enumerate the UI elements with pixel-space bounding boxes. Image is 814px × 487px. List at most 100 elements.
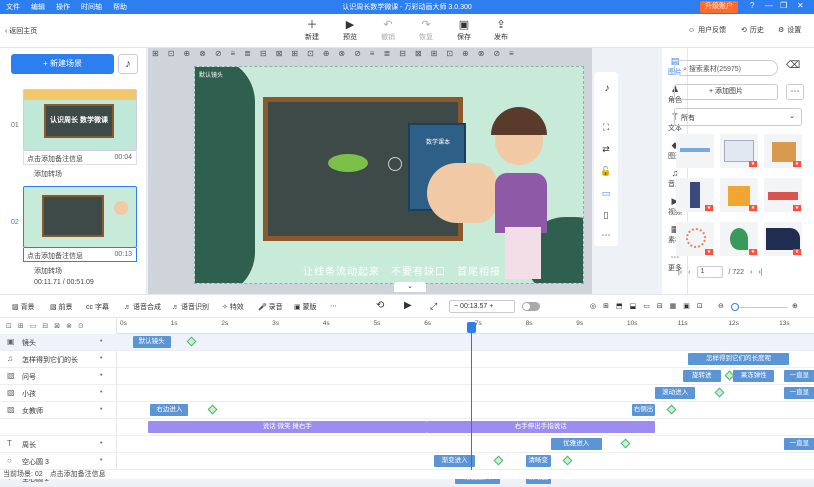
track-visibility-icon[interactable]: • (100, 372, 102, 379)
stage-canvas[interactable]: 默认镜头 数学课本 让线条流动起来 不要有缺口 首尾相接 (194, 66, 584, 284)
preview-button[interactable]: ▶ 预览 (335, 18, 365, 42)
tts-button[interactable]: ♬ 语音合成 (124, 302, 161, 312)
timeline-toggle[interactable] (522, 302, 540, 311)
back-home-button[interactable]: ‹ 返回主页 (5, 26, 37, 36)
timeline-clip[interactable]: 一直显 (784, 370, 814, 382)
track-visibility-icon[interactable]: • (100, 406, 102, 413)
add-image-button[interactable]: + 添加图片 (674, 84, 778, 100)
resource-tile[interactable]: ★ (676, 178, 714, 212)
minimize-icon[interactable]: — (765, 1, 773, 10)
zoom-slider-knob[interactable] (731, 303, 739, 311)
timeline-tools[interactable]: ◎⊞⬒⬓▭⊟▦▣⊡ (590, 302, 710, 310)
prev-page-icon[interactable]: ‹ (688, 269, 690, 276)
save-button[interactable]: ▣ 保存 (449, 18, 479, 42)
keyframe-diamond[interactable] (186, 336, 197, 347)
mask-button[interactable]: ▣ 蒙版 (294, 302, 317, 312)
scene-note-1[interactable]: 点击添加备注信息 00:04 (23, 151, 137, 165)
track-visibility-icon[interactable]: • (100, 457, 102, 464)
more-dots-icon[interactable]: ⋯ (330, 302, 337, 310)
timeline-clip[interactable]: 渐变进入 (434, 455, 475, 467)
keyframe-diamond[interactable] (666, 404, 676, 415)
timeline-clip[interactable]: 怎样得到它们的长度呢 (687, 353, 790, 365)
track-visibility-icon[interactable]: • (100, 355, 102, 362)
keyframe-diamond[interactable] (493, 455, 504, 466)
chevron-down-icon[interactable]: ⌄ (394, 282, 426, 292)
help-icon[interactable]: ? (750, 1, 754, 10)
background-button[interactable]: ▨ 背景 (12, 302, 35, 312)
effects-button[interactable]: ✧ 特效 (222, 302, 244, 312)
resource-tile[interactable]: ★ (764, 134, 802, 168)
timeline-clip[interactable]: 旋转进 (682, 370, 721, 382)
track-row[interactable]: ▣ 镜头 • 默认镜头 (0, 334, 814, 351)
timeline-clip[interactable]: 一直显 (784, 387, 814, 399)
play-icon[interactable]: ▶ (404, 300, 412, 311)
resource-tile[interactable]: ★ (720, 222, 758, 256)
lock-icon[interactable]: 🔓 (594, 166, 618, 177)
time-ruler[interactable]: 0s 1s 2s 3s 4s 5s 6s 7s 8s 9s 10s 11s 12s 13s (117, 318, 814, 334)
resource-tile[interactable]: ★ (764, 222, 802, 256)
add-transition-button[interactable]: 添加转场 (34, 169, 62, 179)
settings-button[interactable]: ⚙ 设置 (778, 25, 801, 35)
next-page-icon[interactable]: › (750, 269, 752, 276)
close-icon[interactable]: ✕ (797, 1, 804, 10)
timeline-clip[interactable]: 优雅进入 (550, 438, 602, 450)
playhead-handle[interactable] (467, 322, 476, 333)
first-page-icon[interactable]: |‹ (678, 269, 682, 276)
fit-screen-icon[interactable]: ⛶ (594, 122, 618, 133)
track-row[interactable]: 说话 微笑 摊右手 右手伸出手指说话 (0, 419, 814, 436)
track-row[interactable]: ♫ 怎样得到它们的长 • 怎样得到它们的长度呢 (0, 351, 814, 368)
rewind-icon[interactable]: ⟲ (376, 300, 384, 311)
foreground-button[interactable]: ▧ 前景 (50, 302, 73, 312)
category-dropdown[interactable]: 所有 ⌄ (674, 108, 802, 126)
monitor-icon[interactable]: ▭ (594, 188, 618, 199)
track-row[interactable]: T 周长 • 优雅进入 一直显 (0, 436, 814, 453)
resource-tile[interactable]: ★ (764, 178, 802, 212)
keyframe-diamond[interactable] (207, 404, 218, 415)
timeline-clip[interactable]: 说话 微笑 摊右手 (147, 421, 427, 433)
canvas-align-toolbar[interactable]: ⊞⊡⊕⊗⊘≡≣⊟⊠⊞⊡⊕⊗⊘≡≣⊟⊠⊞⊡⊕⊗⊘≡ (152, 49, 523, 58)
track-visibility-icon[interactable]: • (100, 440, 102, 447)
new-button[interactable]: ＋ 新建 (297, 18, 327, 42)
history-button[interactable]: ⟲ 历史 (741, 25, 764, 35)
timeline-clip[interactable]: 右边进入 (150, 404, 189, 416)
feedback-button[interactable]: ☺ 用户反馈 (688, 25, 726, 35)
flip-icon[interactable]: ⇄ (594, 144, 618, 155)
track-visibility-icon[interactable]: • (100, 338, 102, 345)
expand-icon[interactable]: ⤢ (430, 301, 437, 312)
undo-button[interactable]: ↶ 撤销 (373, 18, 403, 42)
subtitle-button[interactable]: cc 字幕 (86, 302, 109, 312)
upgrade-button[interactable]: 升级账户 (700, 1, 738, 13)
track-row[interactable]: ▧ 女教师 • 右边进入 右侧出 (0, 402, 814, 419)
track-row[interactable]: ▧ 小孩 • 滚动进入 一直显 (0, 385, 814, 402)
keyframe-diamond[interactable] (620, 438, 631, 449)
redo-button[interactable]: ↷ 恢复 (411, 18, 441, 42)
publish-button[interactable]: ⇪ 发布 (486, 18, 516, 42)
timeline-clip[interactable]: 果冻弹性 (733, 370, 775, 382)
zoom-out-icon[interactable]: ⊖ (718, 302, 724, 310)
resource-tile[interactable]: ★ (676, 222, 714, 256)
timeline-clip[interactable]: 右手伸出手指说话 (426, 421, 655, 433)
music-icon[interactable]: ♪ (596, 78, 618, 100)
keyframe-diamond[interactable] (714, 387, 725, 398)
resource-tile[interactable]: ★ (720, 178, 758, 212)
more-options-icon[interactable]: ⋯ (786, 84, 804, 100)
asr-button[interactable]: ♬ 语音识别 (172, 302, 209, 312)
time-input[interactable]: − 00:13.57 + (449, 300, 515, 313)
track-visibility-icon[interactable]: • (100, 389, 102, 396)
scene-thumbnail-1[interactable]: 认识周长 数学微课 (23, 89, 137, 151)
timeline-clip[interactable]: 右侧出 (632, 404, 655, 416)
scene-thumbnail-2[interactable] (23, 186, 137, 248)
zoom-in-icon[interactable]: ⊕ (792, 302, 798, 310)
page-input[interactable]: 1 (696, 266, 723, 278)
record-button[interactable]: 🎤 录音 (258, 302, 283, 312)
timeline-clip[interactable]: 默认镜头 (132, 336, 171, 348)
subtitle-caption[interactable]: 让线条流动起来 不要有缺口 首尾相接 (303, 263, 503, 278)
filter-icon[interactable]: ⌫ (786, 60, 800, 71)
resource-tile[interactable]: ★ (720, 134, 758, 168)
track-row[interactable]: ▧ 问号 • 旋转进 果冻弹性 一直显 (0, 368, 814, 385)
track-row[interactable]: ○ 空心圆 3 • 渐变进入 清晰变 (0, 453, 814, 470)
timeline-clip[interactable]: 一直显 (784, 438, 814, 450)
mobile-icon[interactable]: ▯ (594, 210, 618, 221)
resource-search-input[interactable]: ⌕ 搜索素材(25975) (674, 60, 778, 76)
timeline-clip[interactable]: 清晰变 (525, 455, 551, 467)
